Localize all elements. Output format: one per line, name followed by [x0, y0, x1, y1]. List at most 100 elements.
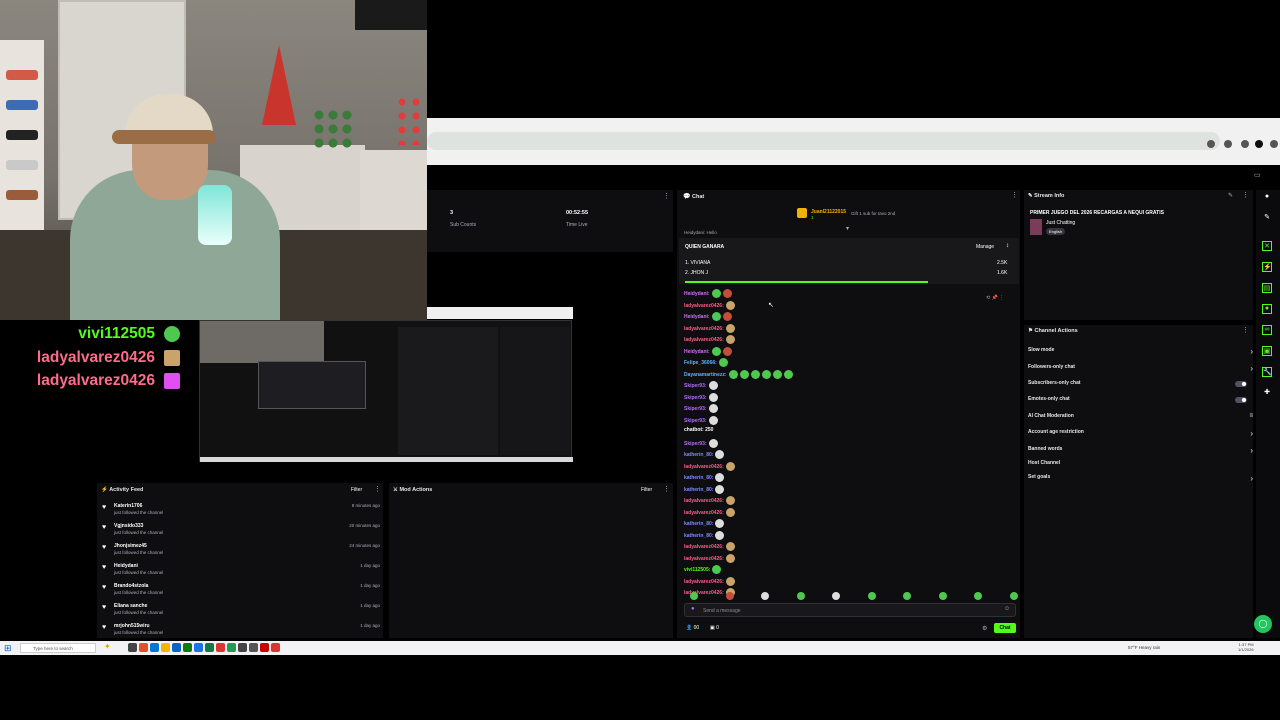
profile-icon[interactable]: [1255, 140, 1263, 148]
activity-item[interactable]: ♥ Katerin1706 just followed the channel 8 m…: [102, 503, 380, 523]
taskbar-app-icon[interactable]: [128, 643, 137, 652]
channel-action-emotes-only-chat[interactable]: Emotes-only chat: [1028, 396, 1253, 405]
chat-message[interactable]: katherin_80:: [684, 519, 725, 528]
chat-message[interactable]: ladyalvarez0426:: [684, 542, 735, 551]
chat-message[interactable]: ladyalvarez0426:: [684, 507, 735, 517]
emote-button[interactable]: [938, 592, 947, 600]
emote-button[interactable]: [725, 592, 734, 600]
channel-actions-menu-icon[interactable]: ⋮: [1242, 326, 1249, 334]
activity-item[interactable]: ♥ Eliana sanche just followed the channel 1…: [102, 603, 380, 623]
emote-button[interactable]: [903, 592, 911, 600]
chat-username[interactable]: ladyalvarez0426:: [684, 325, 724, 331]
emote-button[interactable]: [1009, 592, 1018, 600]
chat-username[interactable]: katherin_80:: [684, 532, 713, 538]
activity-username[interactable]: Vgjnsido333: [114, 523, 143, 529]
chat-message[interactable]: ladyalvarez0426:: [684, 553, 735, 563]
chat-message[interactable]: Heidydani:: [684, 346, 732, 356]
chat-username[interactable]: Heidydani:: [684, 314, 710, 320]
chat-message[interactable]: Skiper93:: [684, 392, 718, 402]
activity-username[interactable]: Katerin1706: [114, 503, 142, 509]
chat-username[interactable]: Skiper93:: [684, 394, 707, 400]
wrench-icon[interactable]: 🔧: [1262, 367, 1272, 377]
windows-start-icon[interactable]: ⊞: [4, 643, 12, 654]
send-chat-button[interactable]: Chat: [994, 623, 1016, 633]
taskbar-app-icon[interactable]: [150, 643, 159, 652]
chat-message[interactable]: ladyalvarez0426:: [684, 496, 735, 505]
chat-message[interactable]: Dayanamartinezz:: [684, 369, 793, 379]
chat-message[interactable]: Skiper93:: [684, 415, 718, 425]
poll-manage-button[interactable]: Manage: [976, 244, 994, 250]
chat-message[interactable]: ladyalvarez0426:: [684, 461, 735, 471]
weather-text[interactable]: 57°F Heavy rain: [1128, 645, 1160, 650]
activity-username[interactable]: mrjohn515wiru: [114, 623, 150, 629]
chat-menu-icon[interactable]: ⋮: [1011, 191, 1018, 199]
chat-username[interactable]: Felipe_36066:: [684, 360, 717, 366]
channel-action-ai-chat-moderation[interactable]: AI Chat Moderation ≡: [1028, 413, 1253, 422]
taskbar-app-icon[interactable]: [216, 643, 225, 652]
chat-message[interactable]: katherin_80:: [684, 484, 725, 494]
chat-username[interactable]: Skiper93:: [684, 383, 707, 389]
stream-category[interactable]: Just Chatting: [1046, 220, 1075, 226]
chat-username[interactable]: Heidydani:: [684, 348, 710, 354]
chat-username[interactable]: katherin_80:: [684, 452, 713, 458]
chat-username[interactable]: ladyalvarez0426:: [684, 555, 724, 561]
taskbar-app-icon[interactable]: [260, 643, 269, 652]
activity-item[interactable]: ♥ Brando4stzola just followed the channel 1…: [102, 583, 380, 603]
chat-username[interactable]: ladyalvarez0426:: [684, 463, 724, 469]
extensions-icon[interactable]: [1224, 140, 1232, 148]
taskbar-app-icon[interactable]: [183, 643, 192, 652]
taskbar-app-icon[interactable]: [172, 643, 181, 652]
taskbar-app-icon[interactable]: [161, 643, 170, 652]
chat-username[interactable]: katherin_80:: [684, 521, 713, 527]
message-actions[interactable]: ⟲ 📌 ⋮: [986, 295, 1016, 302]
chat-username[interactable]: Skiper93:: [684, 417, 707, 423]
stats-menu-icon[interactable]: ⋮: [663, 192, 670, 200]
activity-username[interactable]: Jhonjsimez45: [114, 543, 147, 549]
chat-message[interactable]: Skiper93:: [684, 438, 718, 448]
chat-message[interactable]: Heidydani:: [684, 312, 732, 321]
chat-message[interactable]: ladyalvarez0426:: [684, 576, 735, 586]
chat-message[interactable]: chatbot: 250: [684, 427, 713, 433]
pencil-icon[interactable]: ✎: [1262, 213, 1272, 223]
clock[interactable]: 1:37 PM 1/1/2026: [1238, 642, 1254, 652]
activity-feed-menu-icon[interactable]: ⋮: [374, 485, 381, 493]
toggle-switch[interactable]: [1235, 381, 1247, 387]
chat-username[interactable]: katherin_80:: [684, 486, 713, 492]
address-bar[interactable]: [427, 132, 1220, 150]
emote-button[interactable]: [832, 592, 840, 600]
activity-item[interactable]: ♥ Vgjnsido333 just followed the channel 20 …: [102, 523, 380, 543]
pinned-user[interactable]: Juanl21122015: [811, 209, 846, 215]
document-icon[interactable]: ▤: [1262, 283, 1272, 293]
printer-icon[interactable]: ▭: [1254, 171, 1261, 179]
chat-username[interactable]: chatbot: 250: [684, 427, 713, 433]
close-icon[interactable]: ✕: [1262, 241, 1272, 251]
poll-expand-icon[interactable]: ↕: [1006, 243, 1009, 249]
taskbar-app-icon[interactable]: [139, 643, 148, 652]
taskbar-app-icon[interactable]: [227, 643, 236, 652]
activity-item[interactable]: ♥ Heidydani just followed the channel 1 day…: [102, 563, 380, 583]
channel-action-subscribers-only-chat[interactable]: Subscribers-only chat: [1028, 380, 1253, 389]
chat-message[interactable]: Heidydani:: [684, 289, 732, 298]
widget-icon[interactable]: ✦: [104, 642, 111, 651]
emote-button[interactable]: [867, 592, 876, 600]
bolt-icon[interactable]: ⚡: [1262, 262, 1272, 272]
chat-message[interactable]: katherin_80:: [684, 450, 725, 459]
channel-action-host-channel[interactable]: Host Channel: [1028, 460, 1253, 469]
chat-message[interactable]: vivi112505:: [684, 565, 722, 574]
emote-button[interactable]: [974, 592, 982, 600]
chat-username[interactable]: ladyalvarez0426:: [684, 498, 724, 504]
stream-tag[interactable]: English: [1046, 228, 1066, 235]
chat-message[interactable]: katherin_80:: [684, 473, 725, 482]
emote-button[interactable]: [796, 592, 805, 600]
chat-username[interactable]: Dayanamartinezz:: [684, 371, 727, 377]
activity-username[interactable]: Brando4stzola: [114, 583, 148, 589]
activity-username[interactable]: Eliana sanche: [114, 603, 147, 609]
star-icon[interactable]: [1207, 140, 1215, 148]
mod-actions-menu-icon[interactable]: ⋮: [663, 485, 670, 493]
stream-info-menu-icon[interactable]: ⋮: [1242, 191, 1249, 199]
chat-username[interactable]: Skiper93:: [684, 406, 707, 412]
menu-icon[interactable]: [1241, 140, 1249, 148]
save-icon[interactable]: ▣: [1262, 346, 1272, 356]
taskbar-app-icon[interactable]: [194, 643, 203, 652]
settings-icon[interactable]: ⚙: [982, 625, 987, 632]
